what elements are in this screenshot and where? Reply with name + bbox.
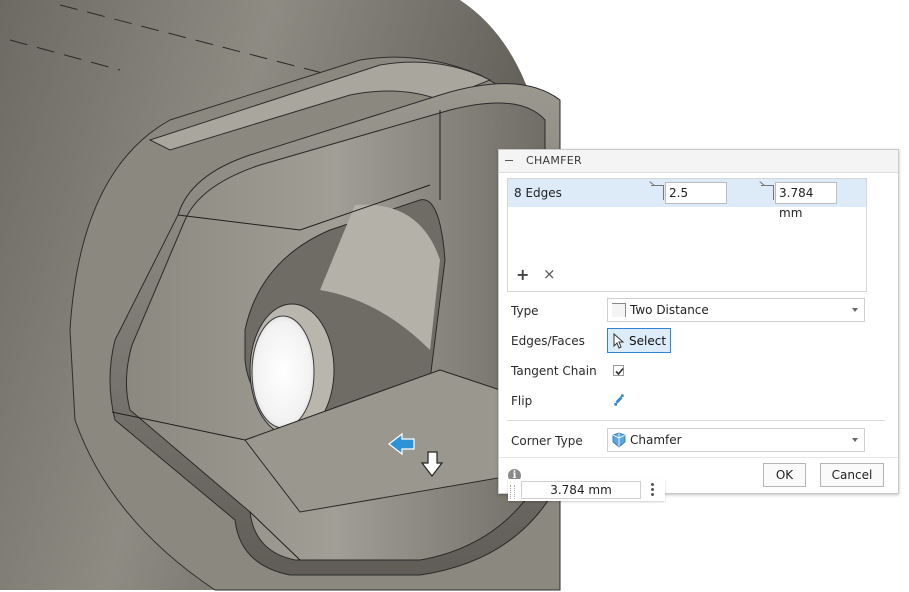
more-options-icon[interactable] xyxy=(651,483,655,497)
chevron-down-icon xyxy=(852,308,858,312)
flip-icon[interactable] xyxy=(612,393,626,407)
selection-list: 8 Edges 2.5 3.784 mm + × xyxy=(507,178,867,292)
dialog-header: CHAMFER xyxy=(499,150,898,173)
distance-two-icon xyxy=(761,185,774,200)
footer-divider xyxy=(499,457,898,458)
section-divider xyxy=(507,420,885,421)
two-distance-icon xyxy=(612,303,626,317)
edge-count-label: 8 Edges xyxy=(514,186,562,200)
ok-button[interactable]: OK xyxy=(763,463,806,487)
distance-one-icon xyxy=(651,185,664,200)
floating-distance-input[interactable]: 3.784 mm xyxy=(521,481,641,499)
bore-hole xyxy=(251,315,315,429)
drag-grip-icon[interactable] xyxy=(510,485,515,499)
type-value: Two Distance xyxy=(630,303,709,317)
flip-label: Flip xyxy=(511,394,533,408)
corner-type-dropdown[interactable]: Chamfer xyxy=(607,428,865,452)
chevron-down-icon xyxy=(852,438,858,442)
tangent-chain-checkbox[interactable] xyxy=(613,365,624,376)
cursor-arrow-icon xyxy=(613,333,625,349)
chamfer-corner-icon xyxy=(612,432,626,448)
tangent-chain-label: Tangent Chain xyxy=(511,364,597,378)
checkmark-icon xyxy=(615,367,624,376)
add-selection-icon[interactable]: + xyxy=(516,265,529,284)
corner-type-value: Chamfer xyxy=(630,433,682,447)
collapse-icon[interactable] xyxy=(505,160,513,161)
floating-value-widget: 3.784 mm xyxy=(508,479,665,501)
corner-type-label: Corner Type xyxy=(511,434,583,448)
remove-selection-icon[interactable]: × xyxy=(543,265,556,283)
edges-faces-label: Edges/Faces xyxy=(511,334,585,348)
dialog-title: CHAMFER xyxy=(526,154,582,167)
distance-two-input[interactable]: 3.784 mm xyxy=(775,182,837,220)
type-label: Type xyxy=(511,304,539,318)
type-dropdown[interactable]: Two Distance xyxy=(607,298,865,322)
cancel-button[interactable]: Cancel xyxy=(820,463,884,487)
chamfer-dialog: CHAMFER 8 Edges 2.5 3.784 mm + × Type Tw… xyxy=(498,149,899,494)
distance-one-input[interactable]: 2.5 xyxy=(665,182,727,204)
select-label: Select xyxy=(629,334,667,348)
select-button[interactable]: Select xyxy=(607,328,671,353)
selection-row[interactable]: 8 Edges 2.5 3.784 mm xyxy=(508,179,866,220)
